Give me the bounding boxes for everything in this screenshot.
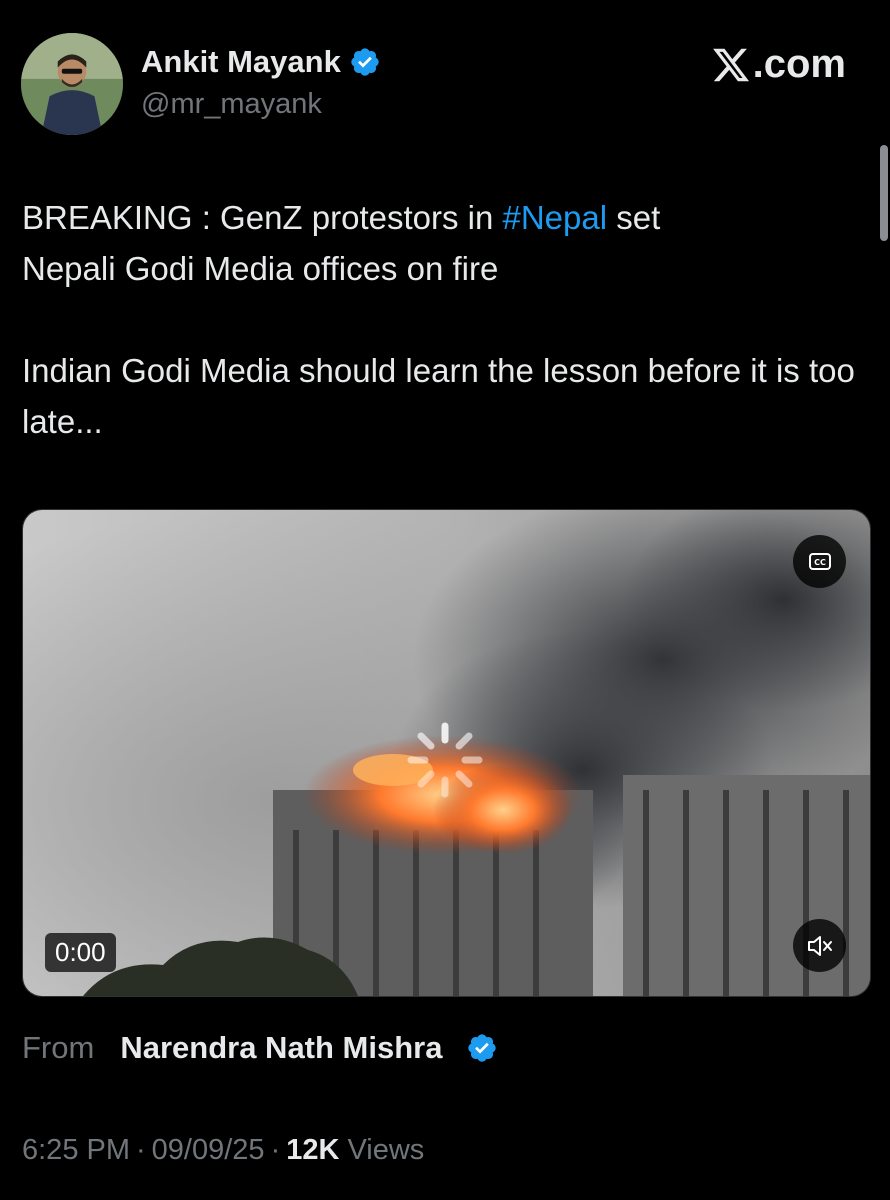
loading-spinner-icon	[407, 722, 483, 798]
mute-button[interactable]	[793, 919, 846, 972]
from-label: From	[22, 1030, 95, 1065]
tweet-metadata: 6:25 PM · 09/09/25 · 12K Views	[22, 1134, 424, 1167]
post-time[interactable]: 6:25 PM	[22, 1134, 130, 1167]
x-logo-icon	[712, 48, 749, 81]
video-time-badge: 0:00	[45, 933, 116, 972]
views-label: Views	[347, 1134, 425, 1166]
post-date[interactable]: 09/09/25	[152, 1134, 265, 1167]
verified-badge-icon	[468, 1034, 497, 1062]
meta-separator: ·	[270, 1134, 281, 1166]
captions-button[interactable]: CC	[793, 535, 846, 588]
author-handle[interactable]: @mr_mayank	[141, 88, 322, 121]
author-name-row: Ankit Mayank	[141, 44, 381, 80]
tweet-text-segment: BREAKING : GenZ protestors in	[22, 199, 503, 236]
scrollbar-thumb[interactable]	[880, 145, 888, 241]
svg-text:CC: CC	[814, 558, 826, 567]
speaker-muted-icon	[807, 935, 832, 956]
avatar-image	[21, 33, 123, 135]
source-account-name[interactable]: Narendra Nath Mishra	[120, 1030, 442, 1066]
author-display-name[interactable]: Ankit Mayank	[141, 44, 341, 80]
views-count: 12K	[286, 1134, 340, 1166]
x-com-watermark: .com	[711, 42, 846, 87]
closed-captions-icon: CC	[808, 553, 831, 570]
hashtag-link[interactable]: #Nepal	[503, 199, 608, 236]
brand-label: .com	[752, 42, 846, 86]
video-player[interactable]: CC 0:00	[22, 509, 871, 997]
video-source-row: From Narendra Nath Mishra	[22, 1030, 498, 1066]
author-avatar[interactable]	[21, 33, 123, 135]
verified-badge-icon	[351, 48, 379, 76]
meta-separator: ·	[136, 1134, 146, 1166]
tweet-text: BREAKING : GenZ protestors in #Nepal set…	[22, 192, 872, 447]
